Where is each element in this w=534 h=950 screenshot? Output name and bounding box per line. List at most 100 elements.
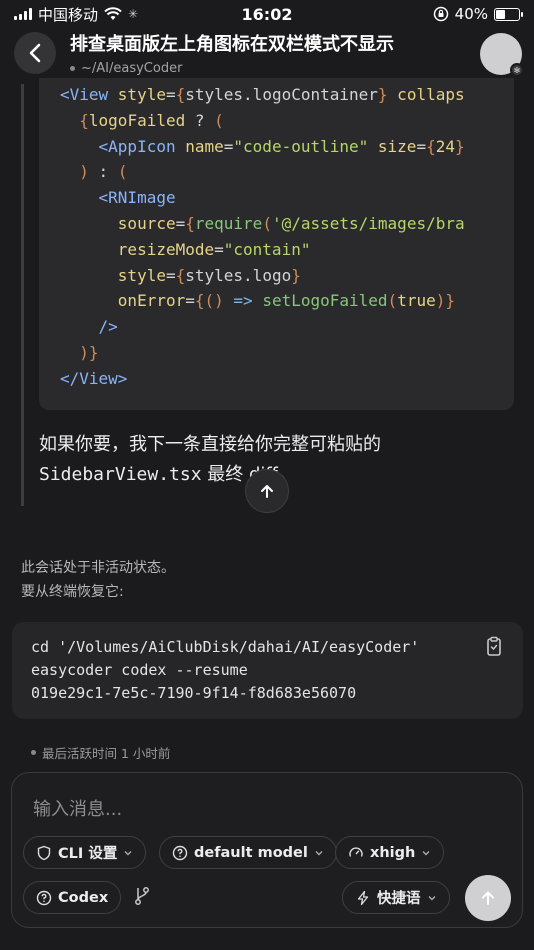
- code-token: =: [416, 136, 427, 156]
- code-token: }: [377, 85, 388, 104]
- code-token: 24: [435, 136, 455, 156]
- code-token: {: [175, 265, 186, 285]
- project-path: ~/AI/easyCoder: [70, 61, 182, 76]
- arrow-up-icon: [261, 485, 273, 498]
- code-token: </View>: [60, 368, 128, 388]
- chevron-down-icon: [315, 850, 323, 855]
- orientation-lock-icon: [433, 6, 448, 22]
- code-token: :: [88, 162, 118, 182]
- code-token: "contain": [223, 239, 311, 259]
- cli-settings-button[interactable]: CLI 设置: [23, 836, 147, 869]
- project-path-label: ~/AI/easyCoder: [81, 61, 183, 76]
- code-token: }: [454, 136, 465, 156]
- code-line: </View>: [60, 366, 465, 392]
- copy-icon[interactable]: [483, 636, 505, 658]
- signal-icon: [14, 8, 32, 20]
- last-active-dot-icon: [31, 750, 36, 755]
- code-token: style: [117, 85, 166, 104]
- openai-badge-icon: ✻: [510, 63, 524, 77]
- code-token: styles.logoContainer: [185, 85, 378, 104]
- code-token: source: [117, 213, 176, 233]
- code-line: <AppIcon name="code-outline" size={24}: [60, 134, 465, 160]
- inactive-line-2: 要从终端恢复它:: [21, 584, 124, 600]
- chevron-down-icon: [428, 895, 435, 900]
- code-token: (: [214, 110, 224, 130]
- code-token: (: [117, 162, 128, 182]
- avatar[interactable]: ✻: [480, 33, 524, 77]
- model-select[interactable]: default model: [159, 836, 337, 869]
- code-token: (: [387, 291, 398, 311]
- shield-icon: [37, 845, 51, 860]
- code-token: =: [175, 213, 186, 233]
- code-token: require: [194, 213, 263, 233]
- gauge-icon: [349, 846, 363, 857]
- arrow-up-icon: [482, 891, 494, 905]
- shortcuts-button[interactable]: 快捷语: [342, 881, 450, 914]
- code-token: =: [165, 85, 176, 104]
- lightning-icon: [357, 890, 369, 905]
- help-circle-icon: [172, 845, 188, 860]
- agent-select[interactable]: Codex: [23, 881, 122, 914]
- send-button[interactable]: [465, 875, 511, 921]
- back-button[interactable]: [14, 32, 56, 74]
- loading-spinner-icon: ✳: [128, 7, 139, 21]
- code-token: ?: [185, 110, 215, 130]
- message-input[interactable]: 输入消息...: [33, 795, 122, 821]
- last-active-indicator: 最后活跃时间 1 小时前: [31, 743, 170, 762]
- code-token: '@/assets/images/bra: [271, 213, 465, 233]
- code-line: )}: [60, 340, 465, 366]
- effort-label: xhigh: [370, 844, 416, 861]
- code-token: {: [79, 110, 89, 130]
- code-line: onError={() => setLogoFailed(true)}: [60, 288, 465, 314]
- battery-icon: [494, 7, 523, 21]
- chevron-left-icon: [29, 43, 41, 63]
- code-line: <RNImage: [60, 185, 465, 211]
- command-line-1: cd '/Volumes/AiClubDisk/dahai/AI/easyCod…: [31, 638, 420, 656]
- scroll-to-top-button[interactable]: [245, 469, 289, 513]
- last-active-label: 最后活跃时间 1 小时前: [42, 746, 171, 761]
- wifi-icon: [104, 7, 122, 20]
- reasoning-effort-select[interactable]: xhigh: [335, 836, 445, 869]
- model-label: default model: [194, 844, 308, 861]
- code-token: =>: [223, 291, 263, 311]
- battery-percent: 40%: [454, 5, 488, 23]
- code-token: />: [98, 317, 118, 337]
- code-token: =: [223, 136, 234, 156]
- shortcuts-label: 快捷语: [377, 891, 421, 907]
- code-token: }: [291, 265, 301, 285]
- code-token: name: [185, 136, 224, 156]
- reply-line-1: 如果你要，我下一条直接给你完整可粘贴的: [39, 434, 381, 455]
- code-line: resizeMode="contain": [60, 237, 465, 263]
- code-token: =: [214, 239, 224, 259]
- code-line: <View style={styles.logoContainer} colla…: [60, 82, 465, 108]
- code-block: <View style={styles.logoContainer} colla…: [39, 78, 514, 410]
- code-token: <RNImage: [98, 188, 176, 208]
- code-token: {(): [194, 291, 224, 311]
- resume-command-text[interactable]: cd '/Volumes/AiClubDisk/dahai/AI/easyCod…: [31, 636, 419, 705]
- code-token: styles.logo: [185, 265, 292, 285]
- chevron-down-icon: [124, 850, 132, 855]
- code-line: />: [60, 314, 465, 340]
- code-token: "code-outline": [233, 136, 369, 156]
- code-line: {logoFailed ? (: [60, 108, 465, 134]
- command-line-2: easycoder codex --resume: [31, 661, 248, 679]
- code-token: {: [175, 85, 186, 104]
- code-token: =: [165, 265, 176, 285]
- code-token: )}: [79, 342, 99, 362]
- git-branch-icon[interactable]: [133, 886, 151, 906]
- chevron-down-icon: [422, 850, 430, 855]
- message-composer: 输入消息... CLI 设置 default model xhigh Codex…: [11, 772, 523, 928]
- conversation-header: 排查桌面版左上角图标在双栏模式不显示 ~/AI/easyCoder ✻: [0, 28, 534, 84]
- code-token: {: [185, 213, 195, 233]
- code-line: ) : (: [60, 159, 465, 185]
- code-token: collaps: [387, 85, 465, 104]
- code-token: )}: [435, 291, 455, 311]
- code-line: style={styles.logo}: [60, 263, 465, 289]
- page-title: 排查桌面版左上角图标在双栏模式不显示: [70, 34, 394, 55]
